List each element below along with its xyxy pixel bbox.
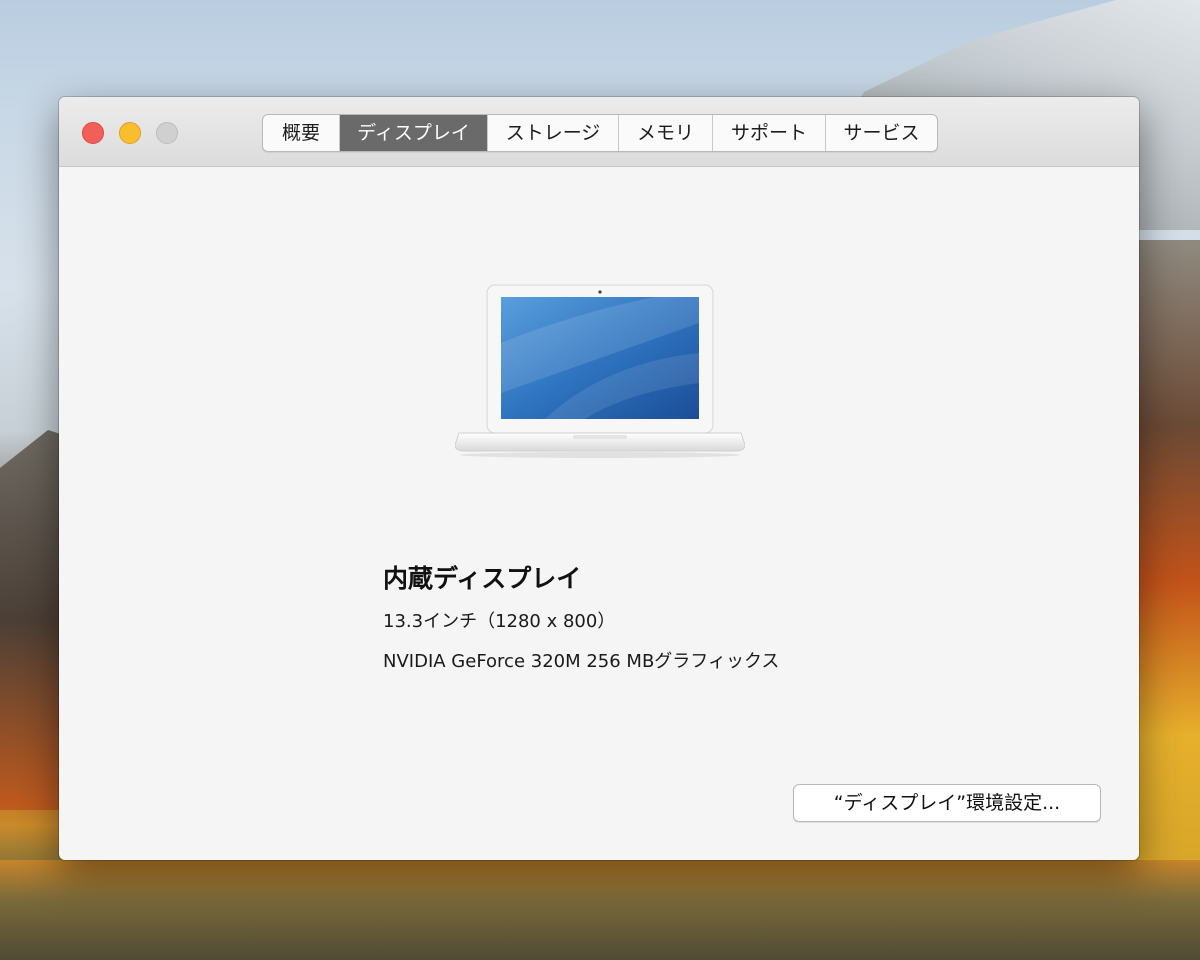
- window-titlebar[interactable]: 概要 ディスプレイ ストレージ メモリ サポート サービス: [59, 97, 1139, 167]
- display-preferences-button[interactable]: “ディスプレイ”環境設定...: [793, 784, 1101, 822]
- close-traffic-light-icon[interactable]: [82, 122, 104, 144]
- display-name: 内蔵ディスプレイ: [383, 564, 582, 593]
- tab-display[interactable]: ディスプレイ: [340, 115, 488, 151]
- tab-service[interactable]: サービス: [826, 115, 937, 151]
- tab-overview[interactable]: 概要: [263, 115, 340, 151]
- display-graphics: NVIDIA GeForce 320M 256 MBグラフィックス: [383, 651, 780, 672]
- about-this-mac-window: 概要 ディスプレイ ストレージ メモリ サポート サービス 内蔵ディスプレイ 1…: [59, 97, 1139, 860]
- tab-storage[interactable]: ストレージ: [488, 115, 619, 151]
- zoom-traffic-light-icon: [156, 122, 178, 144]
- display-size: 13.3インチ（1280 x 800）: [383, 611, 616, 632]
- tab-support[interactable]: サポート: [713, 115, 826, 151]
- minimize-traffic-light-icon[interactable]: [119, 122, 141, 144]
- tab-bar: 概要 ディスプレイ ストレージ メモリ サポート サービス: [262, 114, 938, 152]
- desktop-foreground: [0, 860, 1200, 960]
- macbook-icon: [454, 283, 746, 458]
- tab-memory[interactable]: メモリ: [619, 115, 713, 151]
